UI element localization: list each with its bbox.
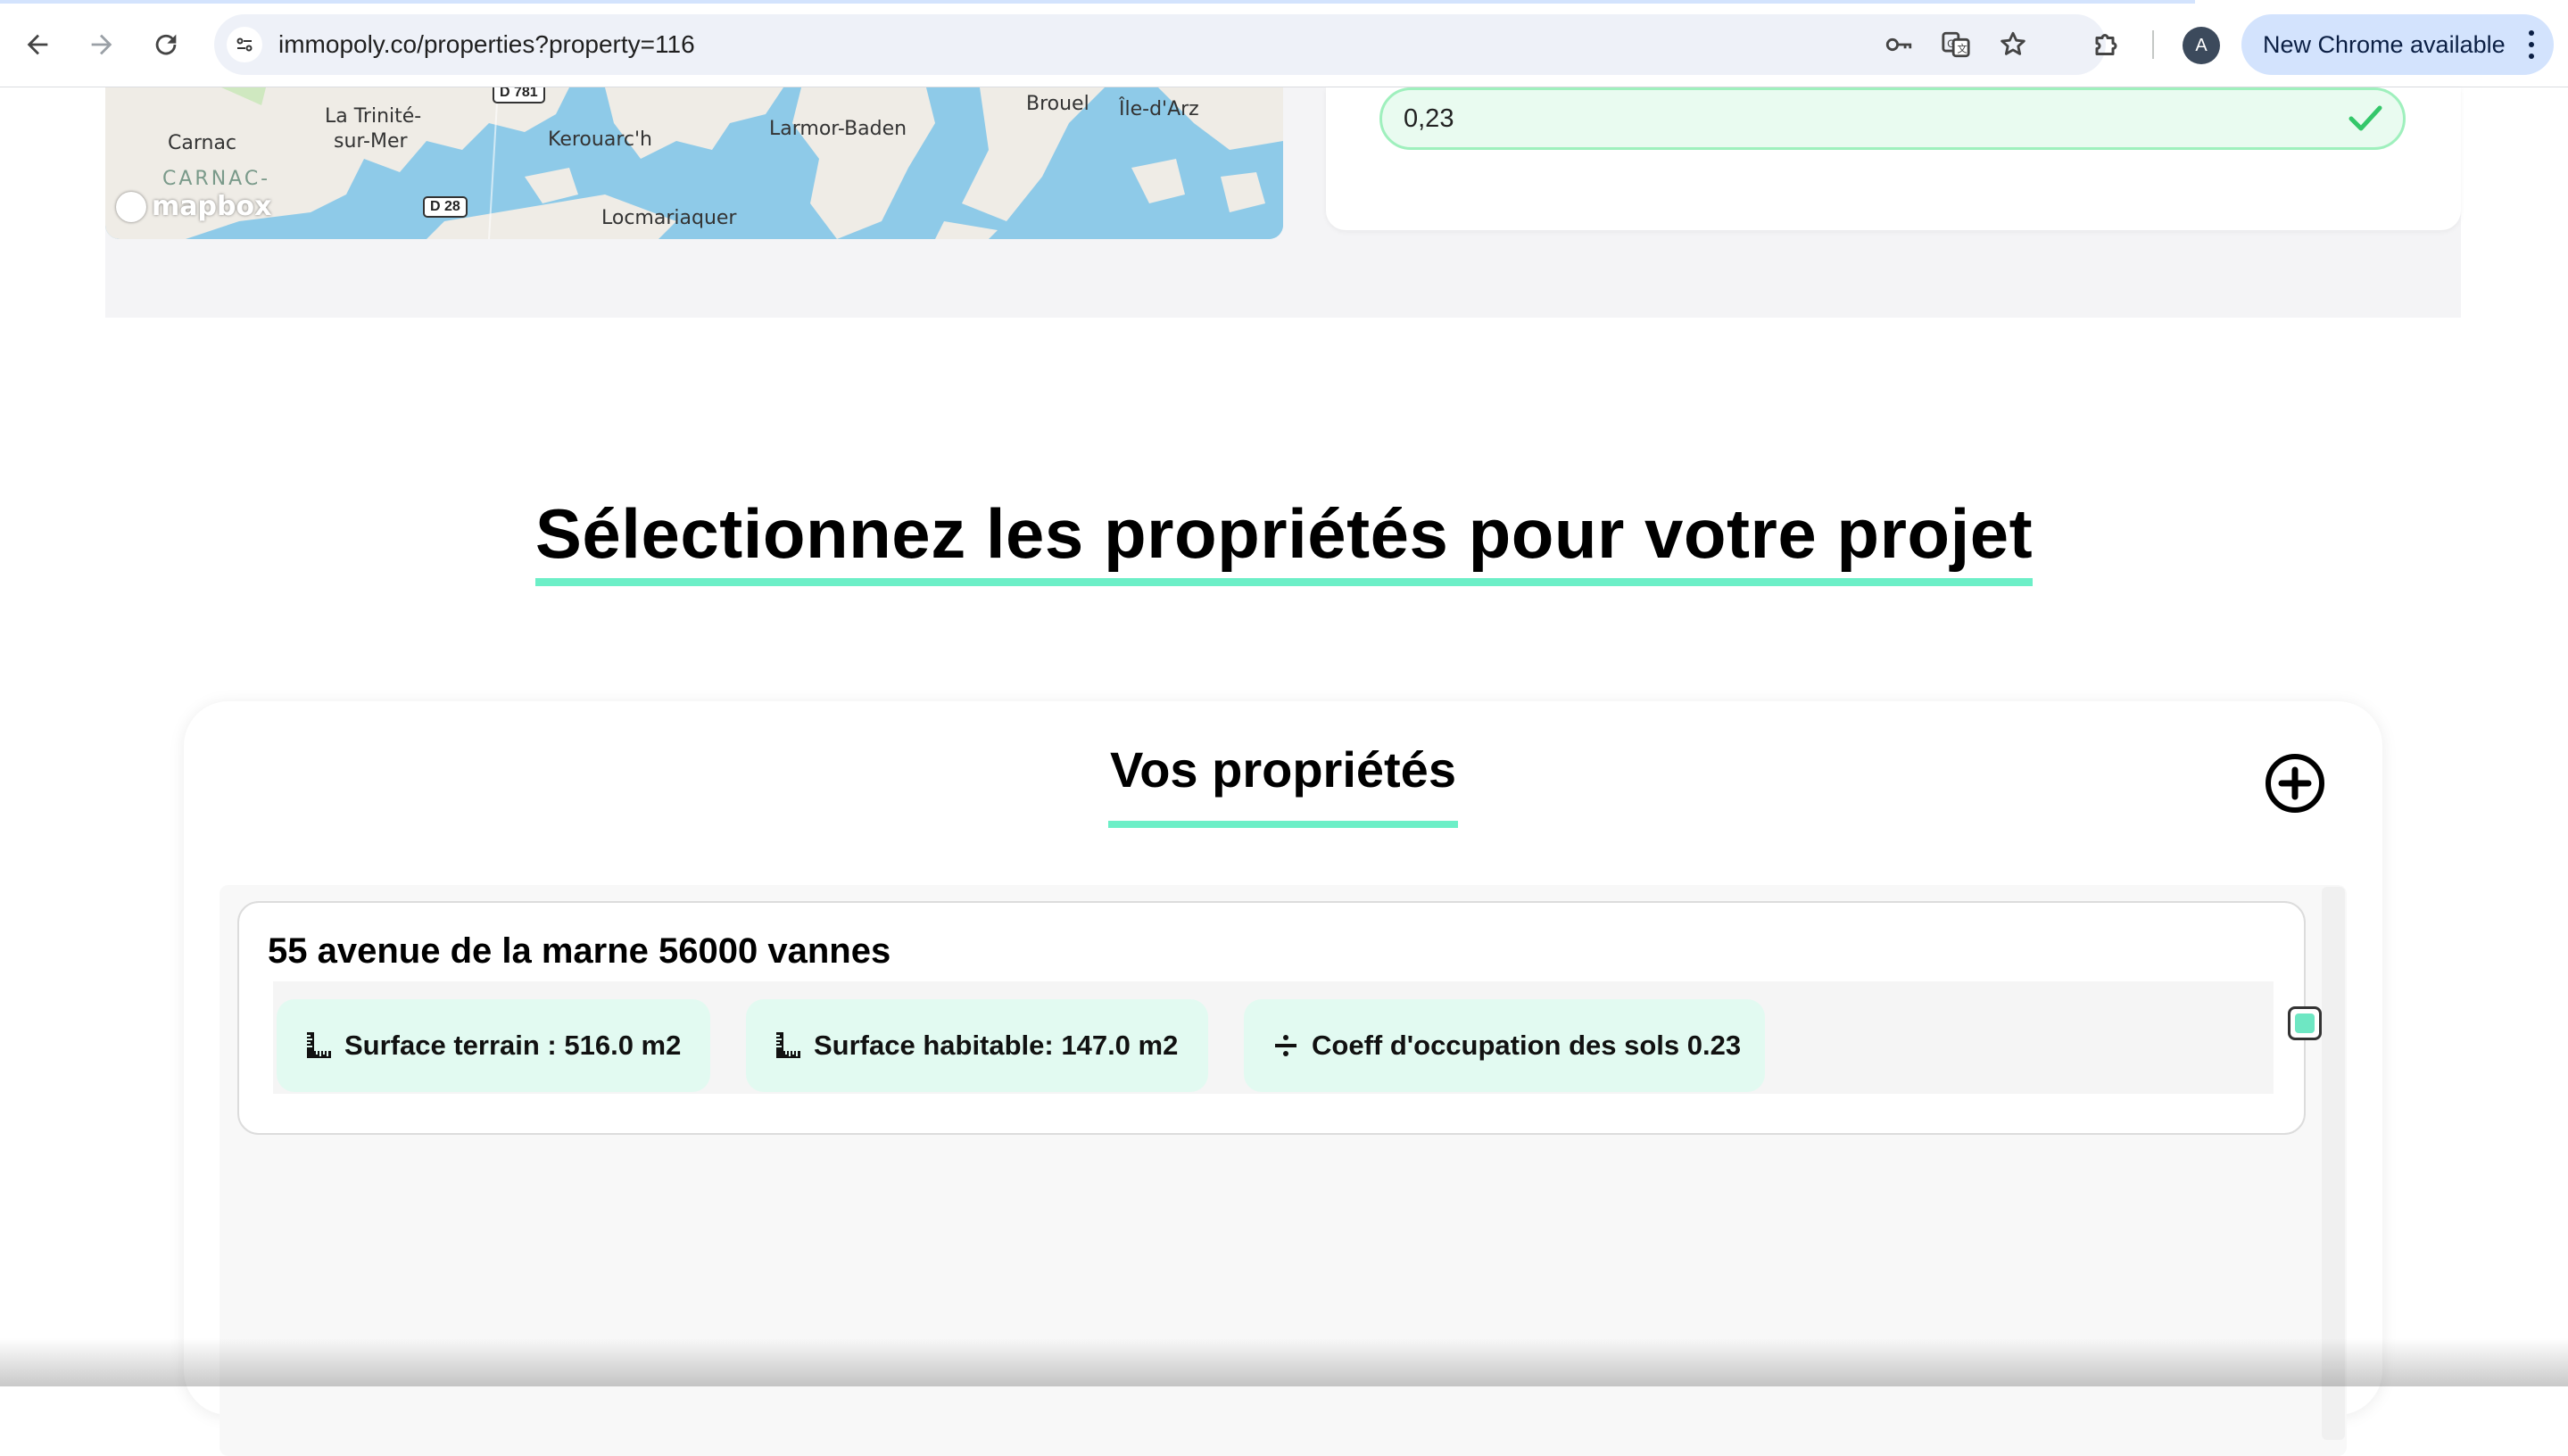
mapbox-wordmark: mapbox: [152, 191, 272, 222]
property-card[interactable]: 55 avenue de la marne 56000 vannes Surfa…: [237, 901, 2322, 1135]
feature-label: Surface habitable: 147.0 m2: [814, 1030, 1179, 1061]
password-key-icon[interactable]: [1883, 29, 1915, 61]
profile-avatar[interactable]: A: [2183, 27, 2220, 64]
road-badge-d28: D 28: [423, 196, 468, 218]
checkbox-checked-indicator: [2295, 1013, 2315, 1033]
kebab-menu-icon[interactable]: [2529, 30, 2534, 59]
svg-text:文: 文: [1957, 43, 1967, 55]
svg-text:G: G: [1947, 37, 1955, 50]
map-label-carnac-plage: CARNAC-: [162, 168, 271, 190]
address-bar[interactable]: immopoly.co/properties?property=116 G文: [214, 14, 2106, 75]
feature-label: Surface terrain : 516.0 m2: [344, 1030, 682, 1061]
tab-strip-edge: [0, 0, 2195, 4]
bookmark-star-icon[interactable]: [1997, 29, 2029, 61]
translate-icon[interactable]: G文: [1940, 29, 1972, 61]
url-text[interactable]: immopoly.co/properties?property=116: [278, 14, 695, 75]
mapbox-logo[interactable]: mapbox: [116, 191, 271, 222]
reload-icon: [155, 34, 177, 55]
property-select-checkbox[interactable]: [2288, 1006, 2322, 1040]
property-address: 55 avenue de la marne 56000 vannes: [268, 931, 891, 971]
road-badge-d781: D 781: [493, 87, 545, 103]
extensions-puzzle-icon[interactable]: [2088, 25, 2127, 64]
map-label-carnac: Carnac: [168, 132, 237, 154]
window-bottom-shadow: [0, 1338, 2568, 1386]
chrome-update-button[interactable]: New Chrome available: [2241, 14, 2554, 75]
feature-chip-living-surface: Surface habitable: 147.0 m2: [746, 999, 1208, 1092]
ruler-icon: [773, 1030, 803, 1061]
arrow-left-icon: [27, 34, 48, 55]
divide-icon: [1271, 1030, 1301, 1061]
update-label: New Chrome available: [2263, 31, 2506, 58]
coefficient-input[interactable]: 0,23: [1379, 87, 2406, 150]
coefficient-result-card: 0,23: [1326, 87, 2461, 230]
page-heading: Sélectionnez les propriétés pour votre p…: [0, 489, 2568, 586]
property-map[interactable]: Carnac La Trinité- sur-Mer CARNAC- Kerou…: [105, 87, 1283, 239]
mapbox-mark-icon: [116, 191, 146, 222]
ruler-icon: [303, 1030, 334, 1061]
panel-title: Vos propriétés: [184, 739, 2382, 828]
map-label-locmariaquer: Locmariaquer: [601, 207, 737, 229]
arrow-right-icon: [91, 34, 112, 55]
page-heading-text: Sélectionnez les propriétés pour votre p…: [534, 489, 2034, 586]
map-label-kerouarch: Kerouarc'h: [548, 128, 652, 151]
map-label-sur-mer: sur-Mer: [334, 130, 408, 153]
forward-button[interactable]: [80, 23, 123, 66]
panel-title-text: Vos propriétés: [1108, 739, 1458, 828]
map-label-la-trinite: La Trinité-: [325, 105, 422, 128]
properties-panel: Vos propriétés 55 avenue de la marne 560…: [184, 701, 2382, 1456]
property-features: Surface terrain : 516.0 m2 Surface habit…: [273, 981, 2322, 1094]
reload-button[interactable]: [145, 23, 187, 66]
feature-chip-land-surface: Surface terrain : 516.0 m2: [277, 999, 710, 1092]
back-button[interactable]: [16, 23, 59, 66]
map-label-ile-darz: Île-d'Arz: [1119, 98, 1199, 120]
map-label-larmor-baden: Larmor-Baden: [769, 118, 907, 140]
add-property-plus-icon[interactable]: [2263, 751, 2327, 815]
feature-label: Coeff d'occupation des sols 0.23: [1312, 1030, 1742, 1061]
browser-toolbar: immopoly.co/properties?property=116 G文 A…: [0, 0, 2568, 87]
map-label-brouel: Brouel: [1026, 93, 1089, 115]
coefficient-value: 0,23: [1404, 104, 1454, 133]
site-settings-icon[interactable]: [227, 27, 262, 62]
checkmark-icon: [2348, 105, 2382, 131]
toolbar-separator: [2152, 30, 2154, 59]
feature-chip-land-coefficient: Coeff d'occupation des sols 0.23: [1244, 999, 1765, 1092]
